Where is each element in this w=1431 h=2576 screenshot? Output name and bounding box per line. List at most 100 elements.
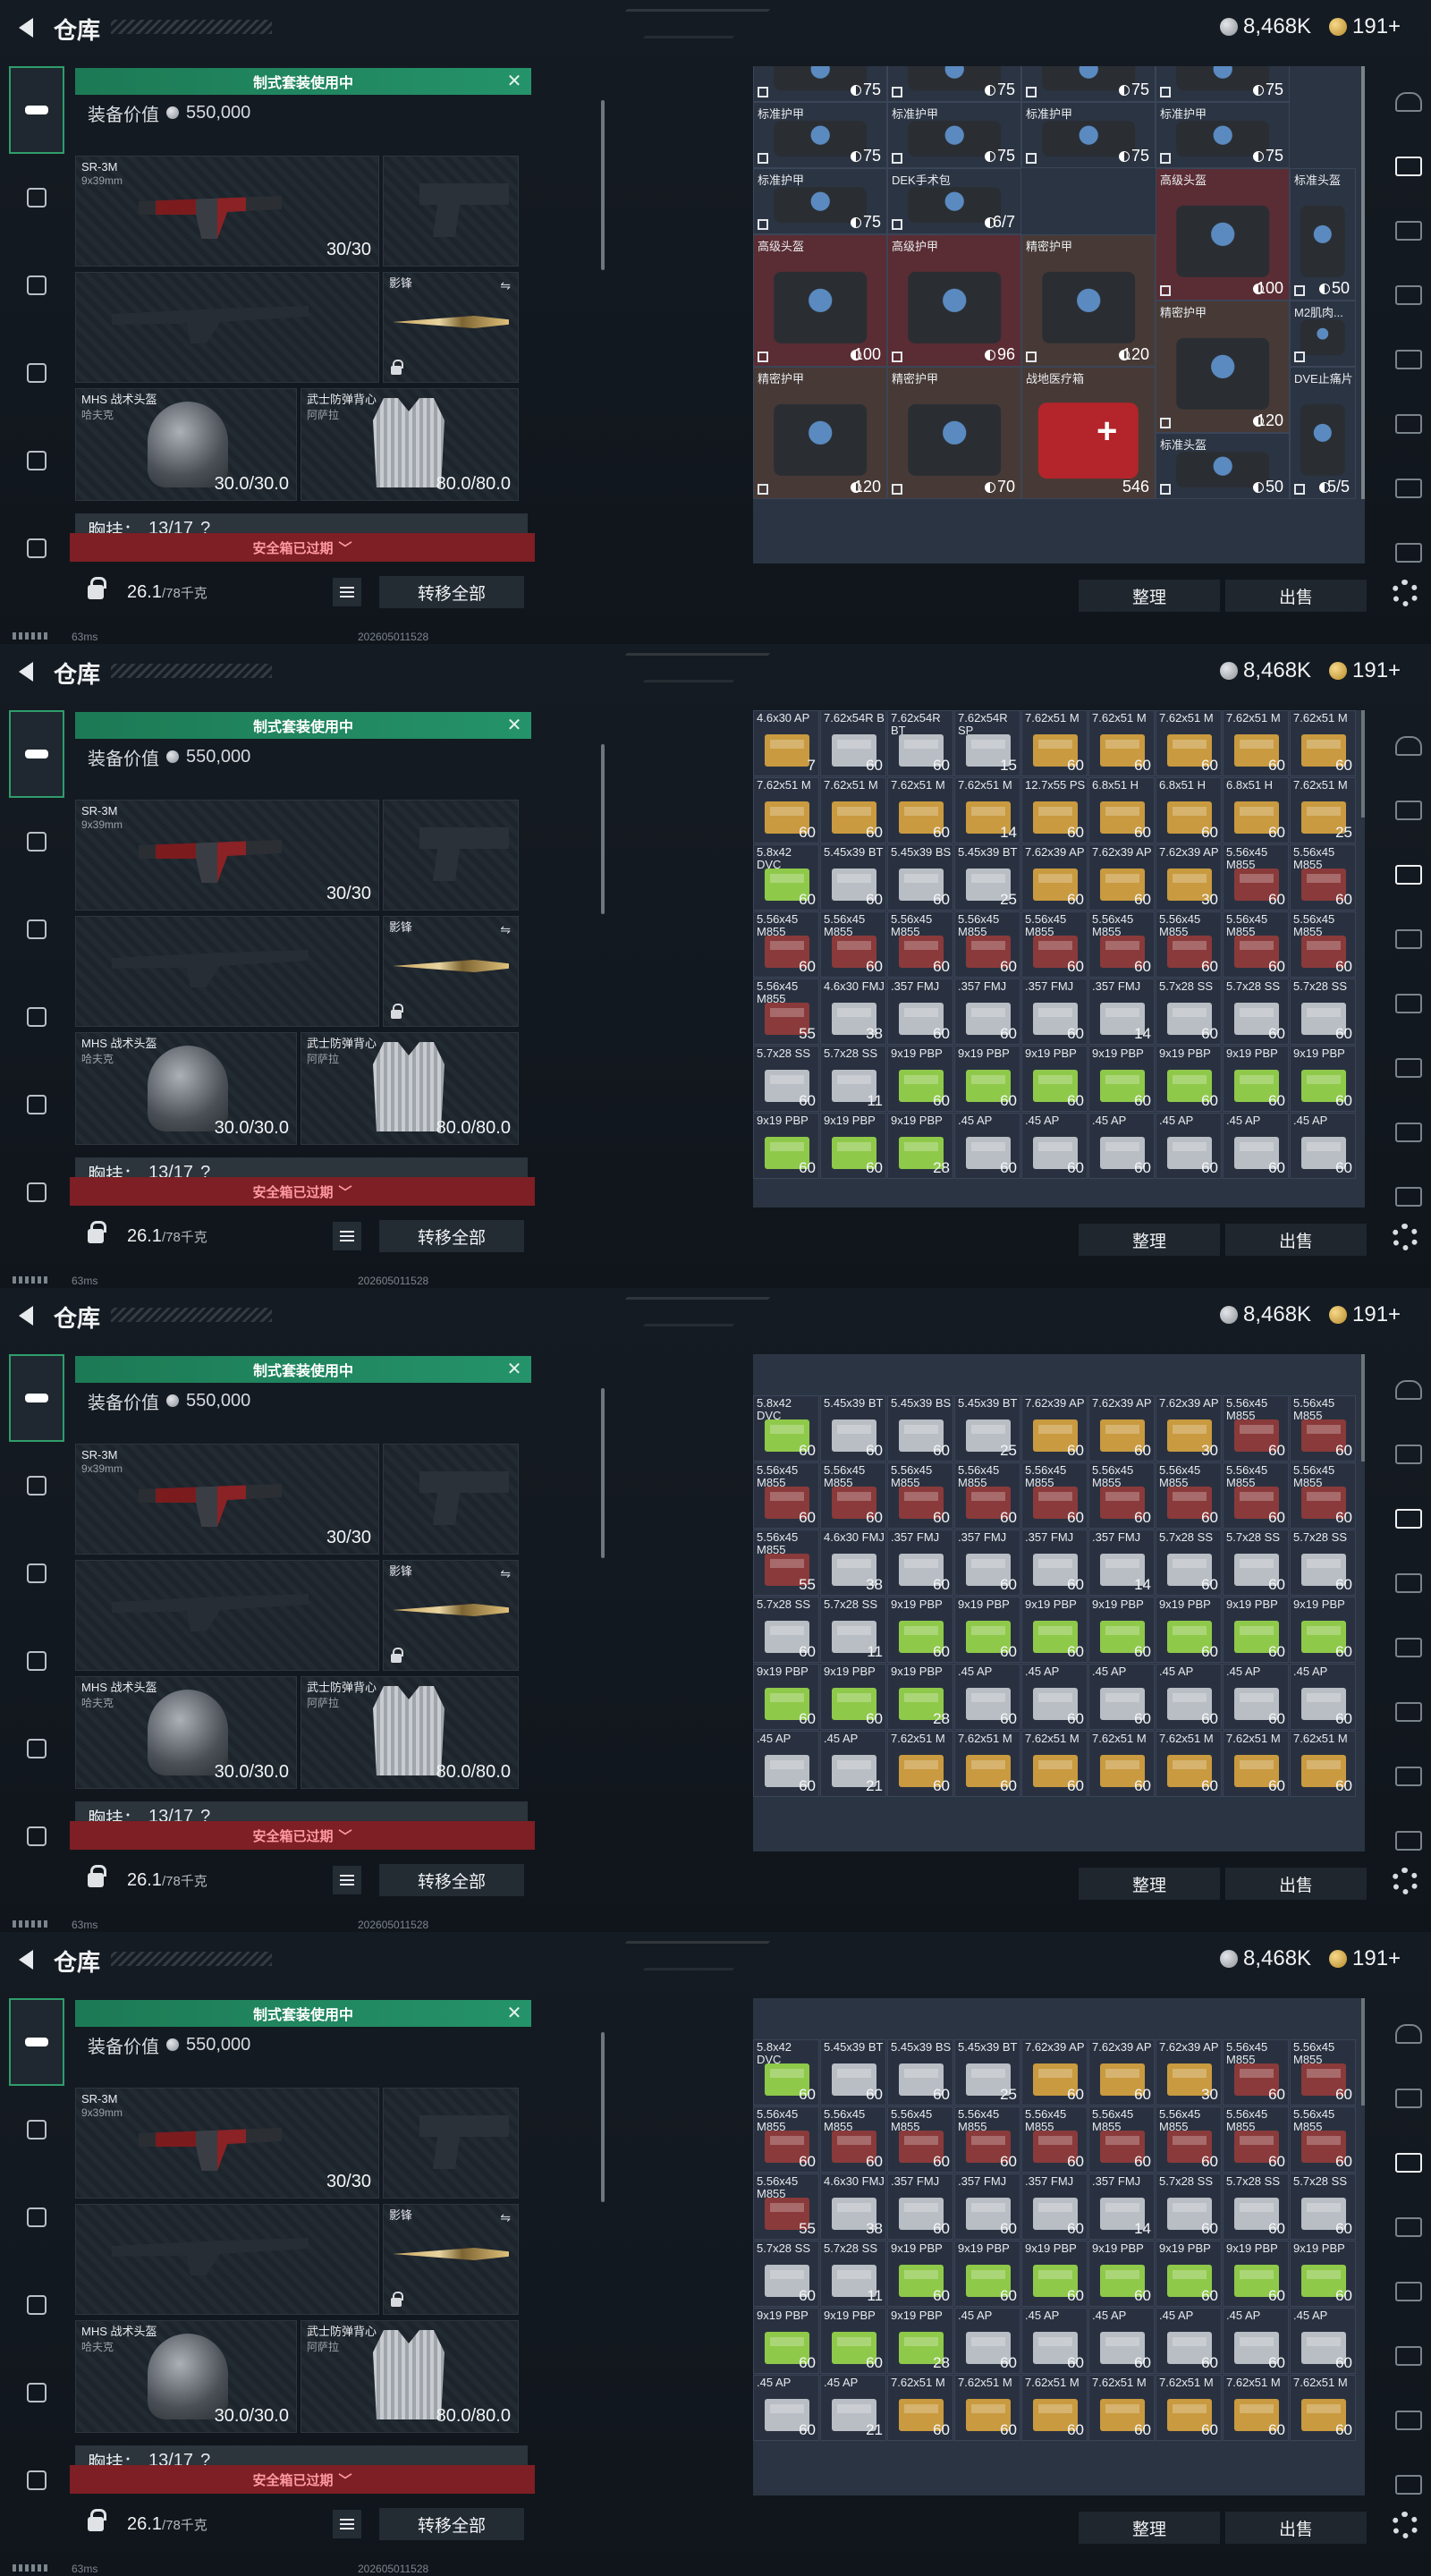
ammo-item[interactable]: 5.56x45 M855 60	[820, 911, 886, 978]
ammo-item[interactable]: 5.56x45 M855 60	[820, 1462, 886, 1529]
stash-tab-5[interactable]	[1386, 1036, 1431, 1100]
nav-case[interactable]	[9, 504, 64, 592]
stash-tab-4[interactable]	[1386, 1615, 1431, 1680]
stash-tab-6[interactable]	[1386, 2388, 1431, 2453]
stash-tab-3[interactable]	[1386, 907, 1431, 971]
ammo-item[interactable]: 7.62x54R B 60	[820, 710, 886, 776]
ammo-item[interactable]: 7.62x51 M 25	[1290, 777, 1356, 843]
stash-tab-3[interactable]	[1386, 1551, 1431, 1615]
stash-grid[interactable]: 5.8x42 DVC 60 5.45x39 BT 60 5.45x39 BS 6…	[753, 1998, 1365, 2496]
ammo-item[interactable]: .357 FMJ 60	[954, 1530, 1020, 1596]
stash-tab-4[interactable]	[1386, 2259, 1431, 2324]
ammo-item[interactable]: 7.62x51 M 60	[1021, 710, 1088, 776]
stash-gear-item[interactable]: 精密护甲 120	[753, 367, 887, 499]
ammo-item[interactable]: 5.45x39 BT 25	[954, 1395, 1020, 1462]
ammo-item[interactable]: 7.62x51 M 60	[1223, 1731, 1289, 1797]
sell-button[interactable]: 出售	[1225, 1224, 1367, 1256]
ammo-item[interactable]: 9x19 PBP 60	[1156, 2241, 1222, 2307]
gold-currency[interactable]: 191+	[1329, 658, 1401, 683]
stash-tab-1[interactable]	[1386, 1422, 1431, 1487]
ammo-item[interactable]: .357 FMJ 60	[887, 979, 953, 1045]
stash-gear-item[interactable]: 75	[1156, 66, 1290, 102]
ammo-item[interactable]: 4.6x30 FMJ 38	[820, 2174, 886, 2240]
ammo-item[interactable]: 6.8x51 H 60	[1088, 777, 1155, 843]
ammo-item[interactable]: 4.6x30 FMJ 38	[820, 1530, 886, 1596]
nav-armor[interactable]	[9, 154, 64, 242]
ammo-item[interactable]: 7.62x39 AP 60	[1021, 844, 1088, 911]
ammo-item[interactable]: 9x19 PBP 60	[1223, 1597, 1289, 1663]
stash-scrollbar[interactable]	[1361, 66, 1365, 499]
ammo-item[interactable]: .45 AP 60	[954, 1664, 1020, 1730]
ammo-item[interactable]: 9x19 PBP 60	[820, 1113, 886, 1179]
ammo-item[interactable]: 9x19 PBP 60	[1223, 1046, 1289, 1112]
ammo-item[interactable]: 5.56x45 M855 60	[1290, 2039, 1356, 2106]
ammo-item[interactable]: 5.56x45 M855 60	[753, 2106, 819, 2173]
ammo-item[interactable]: 9x19 PBP 60	[1021, 1046, 1088, 1112]
ammo-item[interactable]: 5.56x45 M855 60	[1088, 1462, 1155, 1529]
ammo-item[interactable]: .45 AP 60	[1021, 1664, 1088, 1730]
nav-armor[interactable]	[9, 798, 64, 886]
ammo-item[interactable]: .45 AP 60	[1290, 2308, 1356, 2374]
stash-tab-4[interactable]	[1386, 971, 1431, 1036]
ammo-item[interactable]: 9x19 PBP 60	[1088, 1046, 1155, 1112]
stash-tab-2[interactable]	[1386, 843, 1431, 907]
ammo-item[interactable]: 5.56x45 M855 60	[1290, 911, 1356, 978]
ammo-item[interactable]: 5.56x45 M855 60	[1223, 2106, 1289, 2173]
ammo-item[interactable]: 9x19 PBP 60	[954, 2241, 1020, 2307]
sidearm-slot[interactable]	[383, 1444, 519, 1555]
ammo-item[interactable]: 5.56x45 M855 60	[1290, 2106, 1356, 2173]
ammo-item[interactable]: 5.7x28 SS 60	[1290, 1530, 1356, 1596]
ammo-item[interactable]: 7.62x54R SP 15	[954, 710, 1020, 776]
ammo-item[interactable]: 5.56x45 M855 60	[820, 2106, 886, 2173]
gold-currency[interactable]: 191+	[1329, 1302, 1401, 1327]
stash-gear-item[interactable]: 标准护甲 75	[753, 168, 887, 234]
ammo-item[interactable]: 5.56x45 M855 60	[753, 911, 819, 978]
ammo-item[interactable]: 5.7x28 SS 60	[1156, 979, 1222, 1045]
ammo-item[interactable]: 7.62x39 AP 60	[1088, 1395, 1155, 1462]
ammo-item[interactable]: 5.45x39 BT 60	[820, 844, 886, 911]
ammo-item[interactable]: 5.45x39 BS 60	[887, 2039, 953, 2106]
ammo-item[interactable]: .45 AP 60	[1223, 2308, 1289, 2374]
ammo-item[interactable]: 9x19 PBP 60	[753, 1664, 819, 1730]
ammo-item[interactable]: 5.56x45 M855 60	[1088, 911, 1155, 978]
stash-tab-5[interactable]	[1386, 1680, 1431, 1744]
ammo-item[interactable]: 7.62x39 AP 30	[1156, 2039, 1222, 2106]
secondary-weapon-slot[interactable]	[75, 272, 379, 383]
ammo-item[interactable]: 5.56x45 M855 60	[887, 2106, 953, 2173]
sell-button[interactable]: 出售	[1225, 580, 1367, 612]
armor-slot[interactable]: 武士防弹背心 阿萨拉 80.0/80.0	[301, 388, 519, 501]
ammo-item[interactable]: 5.8x42 DVC 60	[753, 844, 819, 911]
back-button[interactable]	[13, 658, 39, 685]
helmet-slot[interactable]: MHS 战术头盔 哈夫克 30.0/30.0	[75, 2320, 297, 2433]
ammo-item[interactable]: 9x19 PBP 60	[1290, 1597, 1356, 1663]
primary-weapon-slot[interactable]: SR-3M 9x39mm 30/30	[75, 800, 379, 911]
ammo-item[interactable]: .357 FMJ 14	[1088, 1530, 1155, 1596]
ammo-item[interactable]: 5.45x39 BT 25	[954, 844, 1020, 911]
list-view-button[interactable]	[333, 2510, 361, 2538]
ammo-item[interactable]: 5.56x45 M855 60	[753, 1462, 819, 1529]
sidearm-slot[interactable]	[383, 800, 519, 911]
ammo-item[interactable]: 7.62x51 M 60	[887, 1731, 953, 1797]
ammo-item[interactable]: 5.56x45 M855 60	[887, 911, 953, 978]
armor-slot[interactable]: 武士防弹背心 阿萨拉 80.0/80.0	[301, 2320, 519, 2433]
sort-button[interactable]: 整理	[1079, 1868, 1220, 1900]
safe-box-expired-banner[interactable]: 安全箱已过期 ﹀	[70, 533, 535, 562]
ammo-item[interactable]: 5.56x45 M855 55	[753, 979, 819, 1045]
ammo-item[interactable]: 9x19 PBP 60	[954, 1597, 1020, 1663]
stash-tab-3[interactable]	[1386, 263, 1431, 327]
ammo-item[interactable]: .45 AP 60	[1088, 2308, 1155, 2374]
ammo-item[interactable]: 6.8x51 H 60	[1156, 777, 1222, 843]
stash-gear-item[interactable]: 战地医疗箱 546	[1021, 367, 1156, 499]
armor-slot[interactable]: 武士防弹背心 阿萨拉 80.0/80.0	[301, 1676, 519, 1789]
ammo-item[interactable]: 5.7x28 SS 60	[753, 1046, 819, 1112]
stash-gear-item[interactable]: 精密护甲 120	[1156, 301, 1290, 433]
stash-gear-item[interactable]: 75	[1021, 66, 1156, 102]
stash-gear-item[interactable]: DEK手术包 6/7	[887, 168, 1021, 234]
ammo-item[interactable]: 5.56x45 M855 60	[954, 911, 1020, 978]
ammo-item[interactable]: 9x19 PBP 60	[1021, 2241, 1088, 2307]
stash-gear-item[interactable]: 标准头盔 50	[1156, 433, 1290, 499]
ammo-item[interactable]: .45 AP 60	[1156, 2308, 1222, 2374]
ammo-item[interactable]: 5.7x28 SS 60	[1290, 979, 1356, 1045]
ammo-item[interactable]: .357 FMJ 14	[1088, 979, 1155, 1045]
nav-weapons[interactable]	[9, 710, 64, 798]
